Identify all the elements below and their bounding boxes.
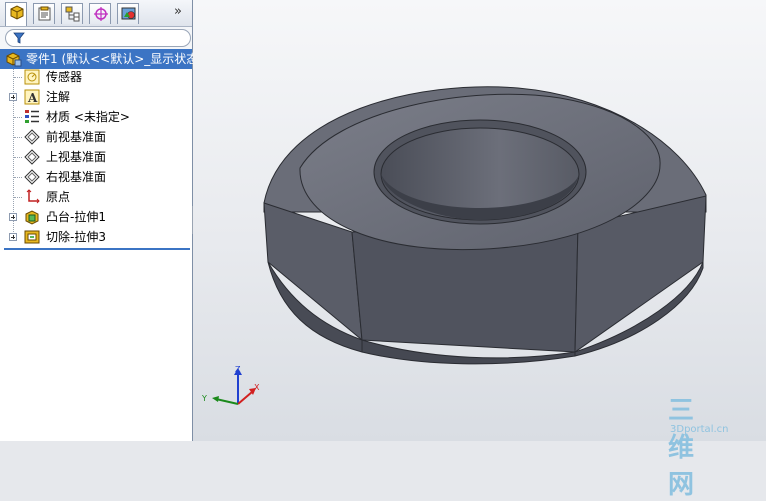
tree-item-origin[interactable]: 原点 [0, 187, 192, 207]
tree-connector [14, 77, 22, 78]
configurationmanager-icon [65, 6, 80, 22]
filter-icon [13, 32, 25, 44]
graphics-viewport[interactable]: Z X Y [193, 0, 766, 441]
x-axis [237, 391, 253, 405]
tree-item-label: 上视基准面 [46, 150, 107, 164]
panel-tab-bar: » [0, 0, 192, 27]
tab-display-manager[interactable] [117, 3, 139, 24]
y-axis [215, 398, 239, 405]
tree-root-part[interactable]: 零件1 (默认<<默认>_显示状态 [0, 49, 198, 69]
featuremanager-icon [10, 5, 24, 20]
expand-toggle[interactable] [9, 213, 17, 221]
tree-item-label: 切除-拉伸3 [46, 230, 106, 244]
tree-connector [14, 177, 22, 178]
tree-connector [14, 197, 22, 198]
tab-featuremanager[interactable] [5, 2, 27, 26]
tab-propertymanager[interactable] [33, 3, 55, 24]
tree-item-label: 前视基准面 [46, 130, 107, 144]
tree-item-material[interactable]: 材质 <未指定> [0, 107, 192, 127]
tree-item-sensors[interactable]: 传感器 [0, 67, 192, 87]
tree-item-cut-extrude3[interactable]: 切除-拉伸3 [0, 227, 192, 247]
tab-dimxpert[interactable] [89, 3, 111, 24]
watermark-main: 三维网 [668, 396, 694, 500]
filter-row [0, 27, 192, 49]
annotation-icon: A [24, 89, 40, 105]
expand-toggle[interactable] [9, 93, 17, 101]
tree-connector [14, 137, 22, 138]
dimxpert-icon [94, 7, 108, 21]
y-axis-label: Y [201, 394, 207, 403]
plane-icon [24, 129, 40, 145]
y-arrow-icon [212, 396, 219, 402]
origin-icon [26, 189, 40, 204]
hex-nut-model[interactable] [193, 0, 766, 441]
tree-item-label: 注解 [46, 90, 71, 104]
tree-filter-input[interactable] [5, 29, 191, 47]
x-axis-label: X [254, 383, 260, 392]
more-tabs-chevron[interactable]: » [174, 4, 182, 19]
svg-text:A: A [27, 91, 38, 105]
tree-connector [14, 157, 22, 158]
rollback-bar[interactable] [4, 248, 190, 250]
z-axis-label: Z [235, 365, 241, 374]
cut-extrude-icon [24, 230, 40, 244]
coordinate-triad: Z X Y [201, 365, 260, 405]
sensor-icon [24, 69, 40, 85]
feature-manager-panel: » 零件1 (默认<<默认>_显示状态 传感器 A 注解 材质 <未指定> 前视… [0, 0, 198, 441]
tree-item-label: 传感器 [46, 70, 83, 84]
tree-item-annotations[interactable]: A 注解 [0, 87, 192, 107]
boss-extrude-icon [25, 210, 39, 225]
material-icon [25, 110, 39, 123]
plane-icon [24, 169, 40, 185]
tree-item-top-plane[interactable]: 上视基准面 [0, 147, 192, 167]
expand-toggle[interactable] [9, 233, 17, 241]
display-manager-icon [121, 7, 136, 20]
tab-configurationmanager[interactable] [61, 3, 83, 24]
tree-item-front-plane[interactable]: 前视基准面 [0, 127, 192, 147]
tree-item-label: 凸台-拉伸1 [46, 210, 106, 224]
tree-item-label: 材质 <未指定> [46, 110, 130, 124]
tree-item-label: 右视基准面 [46, 170, 107, 184]
plane-icon [24, 149, 40, 165]
tree-item-boss-extrude1[interactable]: 凸台-拉伸1 [0, 207, 192, 227]
watermark-sub: 3Dportal.cn [670, 424, 729, 435]
tree-item-label: 原点 [46, 190, 71, 204]
tree-root-label: 零件1 (默认<<默认>_显示状态 [26, 52, 199, 66]
tree-item-right-plane[interactable]: 右视基准面 [0, 167, 192, 187]
tree-connector [14, 117, 22, 118]
part-icon [6, 52, 22, 67]
propertymanager-icon [38, 6, 51, 21]
